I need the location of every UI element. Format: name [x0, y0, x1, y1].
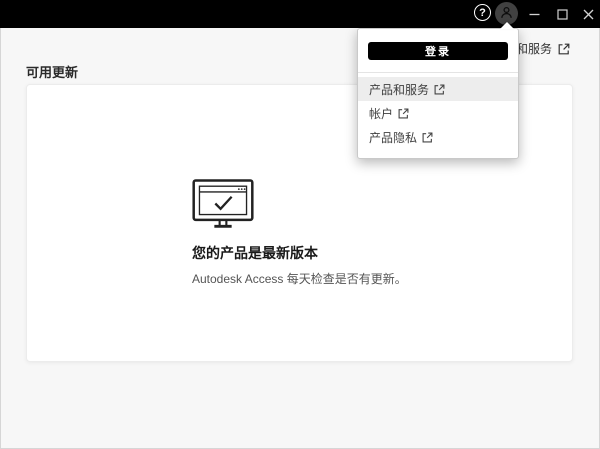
- user-avatar-icon: [498, 4, 515, 24]
- account-dropdown: 登录 产品和服务 帐户 产品隐私: [357, 28, 519, 159]
- status-title: 您的产品是最新版本: [192, 243, 407, 263]
- external-link-icon: [558, 43, 570, 55]
- login-button[interactable]: 登录: [368, 42, 508, 60]
- dropdown-menu: 产品和服务 帐户 产品隐私: [358, 73, 518, 158]
- external-link-icon: [398, 108, 409, 119]
- status-subtitle: Autodesk Access 每天检查是否有更新。: [192, 270, 407, 287]
- minimize-icon[interactable]: [522, 0, 546, 28]
- external-link-icon: [434, 84, 445, 95]
- app-window: ? 产品和服务: [0, 0, 600, 449]
- update-status-block: 您的产品是最新版本 Autodesk Access 每天检查是否有更新。: [192, 179, 407, 287]
- menu-item-label: 产品和服务: [369, 81, 429, 98]
- menu-item-label: 产品隐私: [369, 129, 417, 146]
- external-link-icon: [422, 132, 433, 143]
- maximize-icon[interactable]: [550, 0, 574, 28]
- menu-item-account[interactable]: 帐户: [358, 101, 518, 125]
- menu-item-label: 帐户: [369, 105, 393, 122]
- menu-item-product-privacy[interactable]: 产品隐私: [358, 125, 518, 149]
- menu-item-products-services[interactable]: 产品和服务: [358, 77, 518, 101]
- monitor-check-icon: [192, 215, 254, 232]
- dropdown-caret-icon: [500, 22, 514, 29]
- page-title: 可用更新: [26, 62, 78, 81]
- help-icon[interactable]: ?: [474, 4, 491, 21]
- close-icon[interactable]: [576, 0, 600, 28]
